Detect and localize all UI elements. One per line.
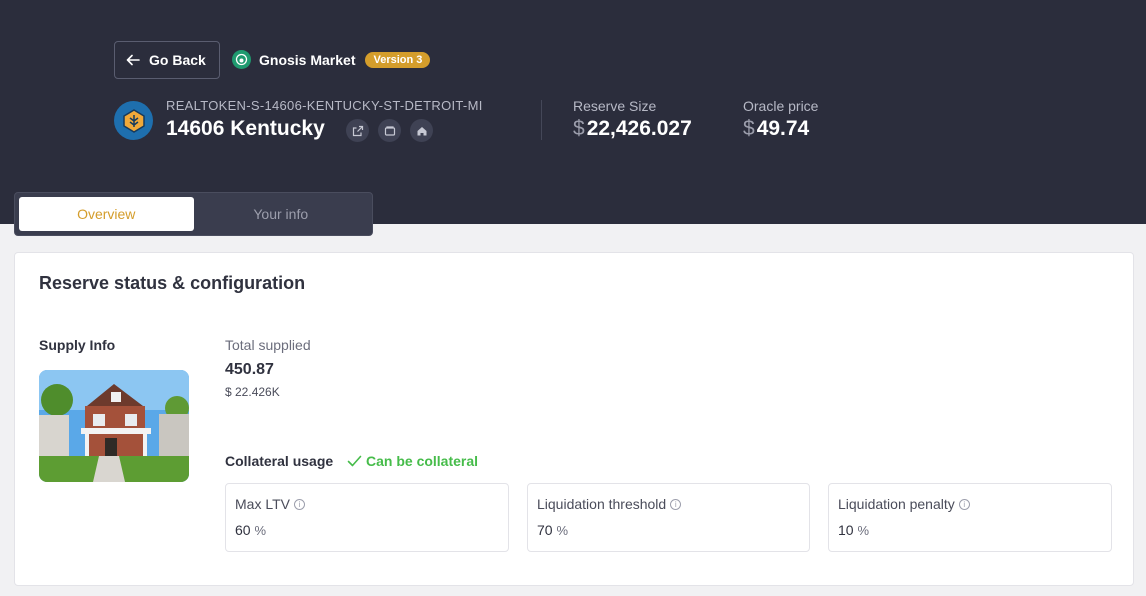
total-supplied-label: Total supplied bbox=[225, 337, 311, 353]
reserve-size-currency: $ bbox=[573, 117, 585, 140]
gnosis-logo-icon bbox=[232, 50, 251, 69]
go-back-button[interactable]: Go Back bbox=[114, 41, 220, 79]
max-ltv-box: Max LTV i 60 % bbox=[225, 483, 509, 552]
home-icon[interactable] bbox=[410, 119, 433, 142]
external-link-icon[interactable] bbox=[346, 119, 369, 142]
info-icon[interactable]: i bbox=[670, 498, 682, 510]
liquidation-threshold-label: Liquidation threshold bbox=[537, 496, 667, 512]
property-image bbox=[39, 370, 189, 482]
reserve-size-amount: 22,426.027 bbox=[586, 117, 692, 140]
version-badge: Version 3 bbox=[365, 51, 431, 68]
reserve-status-title: Reserve status & configuration bbox=[39, 273, 306, 293]
liquidation-penalty-unit: % bbox=[857, 523, 870, 538]
market-indicator: Gnosis Market Version 3 bbox=[232, 50, 431, 69]
asset-actions bbox=[346, 119, 433, 142]
oracle-price-label: Oracle price bbox=[743, 98, 819, 114]
liquidation-penalty-box: Liquidation penalty i 10 % bbox=[828, 483, 1112, 552]
collateral-status-text: Can be collateral bbox=[366, 453, 479, 469]
info-icon[interactable]: i bbox=[293, 498, 305, 510]
reserve-size-label: Reserve Size bbox=[573, 98, 657, 114]
go-back-label: Go Back bbox=[149, 52, 206, 68]
liquidation-threshold-value: 70 bbox=[537, 522, 553, 538]
max-ltv-unit: % bbox=[254, 523, 267, 538]
total-supplied-value: 450.87 bbox=[225, 361, 274, 378]
market-name: Gnosis Market bbox=[259, 51, 356, 68]
reserve-status-card: Reserve status & configuration Supply In… bbox=[14, 252, 1134, 586]
arrow-left-icon bbox=[126, 54, 140, 66]
max-ltv-label: Max LTV bbox=[235, 496, 290, 512]
liquidation-threshold-box: Liquidation threshold i 70 % bbox=[527, 483, 810, 552]
max-ltv-value: 60 bbox=[235, 522, 251, 538]
wallet-icon[interactable] bbox=[378, 119, 401, 142]
total-supplied-usd: $ 22.426K bbox=[225, 385, 280, 399]
check-icon bbox=[347, 455, 362, 467]
oracle-price-currency: $ bbox=[743, 117, 755, 140]
tab-overview[interactable]: Overview bbox=[19, 197, 194, 231]
oracle-price-value: $49.74 bbox=[743, 117, 809, 141]
oracle-price-amount: 49.74 bbox=[756, 117, 810, 140]
collateral-usage-label: Collateral usage bbox=[225, 453, 334, 469]
liquidation-threshold-unit: % bbox=[556, 523, 569, 538]
reserve-size-value: $22,426.027 bbox=[573, 117, 692, 141]
header-divider bbox=[541, 100, 542, 140]
tab-your-info[interactable]: Your info bbox=[194, 197, 369, 231]
supply-info-label: Supply Info bbox=[39, 337, 116, 353]
liquidation-penalty-label: Liquidation penalty bbox=[838, 496, 955, 512]
collateral-status: Can be collateral bbox=[347, 453, 478, 469]
asset-name: 14606 Kentucky bbox=[166, 117, 325, 140]
view-tabs: Overview Your info bbox=[14, 192, 373, 236]
liquidation-penalty-value: 10 bbox=[838, 522, 854, 538]
info-icon[interactable]: i bbox=[958, 498, 970, 510]
asset-symbol: REALTOKEN-S-14606-KENTUCKY-ST-DETROIT-MI bbox=[166, 98, 483, 113]
realtoken-logo-icon bbox=[114, 101, 153, 140]
